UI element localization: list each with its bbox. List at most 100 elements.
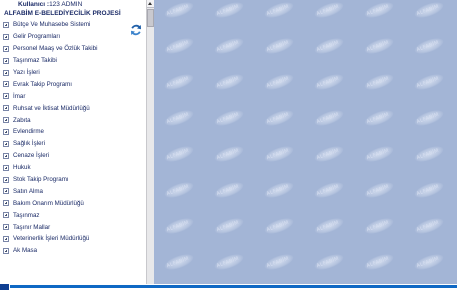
expand-plus-icon[interactable] bbox=[3, 45, 9, 52]
watermark-logo: ALFABİM bbox=[362, 107, 396, 129]
watermark-logo: ALFABİM bbox=[162, 107, 196, 129]
expand-plus-icon[interactable] bbox=[3, 200, 9, 207]
menu-item-cenaze[interactable]: Cenaze İşleri bbox=[3, 150, 97, 162]
menu-item-ak-masa[interactable]: Ak Masa bbox=[3, 245, 97, 257]
watermark-logo: ALFABİM bbox=[362, 179, 396, 201]
menu-item-imar[interactable]: İmar bbox=[3, 90, 97, 102]
watermark-logo: ALFABİM bbox=[162, 179, 196, 201]
expand-plus-icon[interactable] bbox=[3, 57, 9, 64]
sidebar-scrollbar[interactable] bbox=[146, 0, 154, 284]
content-area: ALFABİM ALFABİM ALFABİM ALFABİM ALFABİM ALFAB… bbox=[154, 0, 457, 284]
watermark-logo: ALFABİM bbox=[262, 107, 296, 129]
expand-plus-icon[interactable] bbox=[3, 235, 9, 242]
watermark-logo: ALFABİM bbox=[412, 0, 446, 21]
expand-plus-icon[interactable] bbox=[3, 224, 9, 231]
watermark-logo: ALFABİM bbox=[312, 71, 346, 93]
menu-item-label: Gelir Programları bbox=[13, 33, 61, 41]
watermark-logo: ALFABİM bbox=[262, 251, 296, 273]
menu-item-satin-alma[interactable]: Satın Alma bbox=[3, 185, 97, 197]
watermark-logo: ALFABİM bbox=[212, 179, 246, 201]
module-menu: Bütçe Ve Muhasebe Sistemi Gelir Programl… bbox=[3, 19, 97, 257]
menu-item-label: Personel Maaş ve Özlük Takibi bbox=[13, 45, 98, 53]
menu-item-label: Bütçe Ve Muhasebe Sistemi bbox=[13, 21, 91, 29]
menu-item-saglik[interactable]: Sağlık İşleri bbox=[3, 138, 97, 150]
watermark-logo: ALFABİM bbox=[412, 215, 446, 237]
menu-item-yazi-isleri[interactable]: Yazı İşleri bbox=[3, 67, 97, 79]
watermark-logo: ALFABİM bbox=[162, 71, 196, 93]
menu-item-personel[interactable]: Personel Maaş ve Özlük Takibi bbox=[3, 43, 97, 55]
watermark-logo: ALFABİM bbox=[212, 0, 246, 21]
expand-plus-icon[interactable] bbox=[3, 164, 9, 171]
menu-item-label: Taşınmaz bbox=[13, 211, 40, 219]
watermark-logo: ALFABİM bbox=[312, 107, 346, 129]
watermark-logo: ALFABİM bbox=[362, 215, 396, 237]
expand-plus-icon[interactable] bbox=[3, 176, 9, 183]
menu-item-label: Yazı İşleri bbox=[13, 69, 40, 76]
menu-item-bakim-onarim[interactable]: Bakım Onarım Müdürlüğü bbox=[3, 197, 97, 209]
menu-item-label: Zabıta bbox=[13, 116, 31, 124]
watermark-logo: ALFABİM bbox=[262, 179, 296, 201]
expand-plus-icon[interactable] bbox=[3, 188, 9, 195]
expand-plus-icon[interactable] bbox=[3, 21, 9, 28]
menu-item-label: Ruhsat ve İktisat Müdürlüğü bbox=[13, 104, 90, 112]
user-value: 123 ADMIN bbox=[49, 1, 83, 8]
menu-item-label: Evlendirme bbox=[13, 128, 44, 136]
menu-item-label: Satın Alma bbox=[13, 187, 43, 195]
watermark-logo: ALFABİM bbox=[262, 71, 296, 93]
menu-item-label: Veterinerlik İşleri Müdürlüğü bbox=[13, 235, 90, 243]
watermark-logo: ALFABİM bbox=[412, 143, 446, 165]
watermark-logo: ALFABİM bbox=[212, 251, 246, 273]
menu-item-tasinmaz-takibi[interactable]: Taşınmaz Takibi bbox=[3, 55, 97, 67]
expand-plus-icon[interactable] bbox=[3, 152, 9, 159]
expand-plus-icon[interactable] bbox=[3, 128, 9, 135]
project-title: ALFABİM E-BELEDİYECİLİK PROJESİ bbox=[4, 10, 121, 17]
scrollbar-thumb[interactable] bbox=[147, 9, 154, 27]
refresh-icon[interactable] bbox=[129, 23, 143, 37]
menu-item-evlendirme[interactable]: Evlendirme bbox=[3, 126, 97, 138]
menu-item-label: Evrak Takip Programı bbox=[13, 80, 73, 88]
menu-item-label: Taşınmaz Takibi bbox=[13, 57, 57, 65]
watermark-logo: ALFABİM bbox=[162, 251, 196, 273]
menu-item-zabita[interactable]: Zabıta bbox=[3, 114, 97, 126]
menu-item-evrak-takip[interactable]: Evrak Takip Programı bbox=[3, 78, 97, 90]
menu-item-label: Ak Masa bbox=[13, 247, 38, 255]
watermark-logo: ALFABİM bbox=[312, 35, 346, 57]
watermark-logo: ALFABİM bbox=[262, 35, 296, 57]
expand-plus-icon[interactable] bbox=[3, 33, 9, 40]
expand-plus-icon[interactable] bbox=[3, 140, 9, 147]
watermark-logo: ALFABİM bbox=[412, 251, 446, 273]
watermark-logo: ALFABİM bbox=[312, 0, 346, 21]
menu-item-label: Bakım Onarım Müdürlüğü bbox=[13, 199, 84, 207]
expand-plus-icon[interactable] bbox=[3, 247, 9, 254]
watermark-logo: ALFABİM bbox=[262, 143, 296, 165]
expand-plus-icon[interactable] bbox=[3, 105, 9, 112]
menu-item-veterinerlik[interactable]: Veterinerlik İşleri Müdürlüğü bbox=[3, 233, 97, 245]
menu-item-label: Taşınır Mallar bbox=[13, 223, 51, 231]
watermark-logo: ALFABİM bbox=[362, 71, 396, 93]
expand-plus-icon[interactable] bbox=[3, 212, 9, 219]
watermark-logo: ALFABİM bbox=[312, 215, 346, 237]
menu-item-tasinmaz[interactable]: Taşınmaz bbox=[3, 209, 97, 221]
watermark-logo: ALFABİM bbox=[312, 179, 346, 201]
watermark-logo: ALFABİM bbox=[362, 35, 396, 57]
scroll-up-arrow-icon[interactable] bbox=[147, 0, 154, 8]
watermark-logo: ALFABİM bbox=[262, 0, 296, 21]
watermark-logo: ALFABİM bbox=[212, 215, 246, 237]
expand-plus-icon[interactable] bbox=[3, 117, 9, 124]
menu-item-stok-takip[interactable]: Stok Takip Programı bbox=[3, 174, 97, 186]
menu-item-ruhsat[interactable]: Ruhsat ve İktisat Müdürlüğü bbox=[3, 102, 97, 114]
watermark-logo: ALFABİM bbox=[212, 143, 246, 165]
expand-plus-icon[interactable] bbox=[3, 93, 9, 100]
watermark-logo: ALFABİM bbox=[412, 107, 446, 129]
watermark-logo: ALFABİM bbox=[162, 0, 196, 21]
expand-plus-icon[interactable] bbox=[3, 81, 9, 88]
bottom-frame-border bbox=[0, 284, 457, 293]
watermark-logo: ALFABİM bbox=[412, 35, 446, 57]
watermark-logo: ALFABİM bbox=[412, 179, 446, 201]
menu-item-tasinir-mallar[interactable]: Taşınır Mallar bbox=[3, 221, 97, 233]
expand-plus-icon[interactable] bbox=[3, 69, 9, 76]
menu-item-gelir[interactable]: Gelir Programları bbox=[3, 31, 97, 43]
watermark-logo: ALFABİM bbox=[162, 215, 196, 237]
menu-item-hukuk[interactable]: Hukuk bbox=[3, 162, 97, 174]
menu-item-butce[interactable]: Bütçe Ve Muhasebe Sistemi bbox=[3, 19, 97, 31]
